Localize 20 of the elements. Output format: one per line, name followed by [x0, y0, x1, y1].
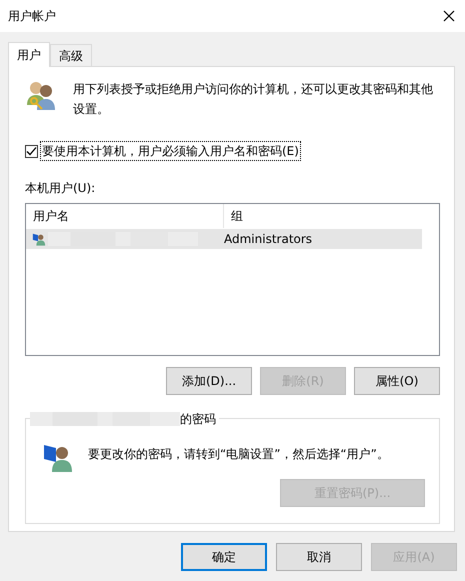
- intro-text: 用下列表授予或拒绝用户访问你的计算机，还可以更改其密码和其他设置。: [73, 81, 433, 118]
- table-cell-text: Administrators: [224, 231, 312, 248]
- users-label: 本机用户(U):: [25, 180, 96, 197]
- button[interactable]: 取消: [276, 543, 362, 571]
- group-title: 的密码: [180, 411, 216, 428]
- button[interactable]: 属性(O): [354, 367, 440, 395]
- column-header[interactable]: 用户名: [26, 207, 69, 225]
- window-title: 用户帐户: [8, 8, 56, 25]
- checkbox-label[interactable]: 要使用本计算机，用户必须输入用户名和密码(E): [40, 141, 301, 161]
- button[interactable]: 确定: [181, 543, 267, 571]
- users-icon: [25, 79, 57, 111]
- close-icon[interactable]: [443, 10, 455, 22]
- user-icon: [32, 232, 46, 246]
- password-message: 要更改你的密码，请转到“电脑设置”，然后选择“用户”。: [88, 446, 389, 463]
- button[interactable]: 添加(D)...: [166, 367, 252, 395]
- checkbox[interactable]: [25, 144, 38, 158]
- user-list[interactable]: 用户名 组 Administrators: [25, 203, 440, 356]
- tab[interactable]: 高级: [50, 44, 92, 66]
- column-header[interactable]: 组: [224, 207, 243, 225]
- tab[interactable]: 用户: [8, 42, 50, 67]
